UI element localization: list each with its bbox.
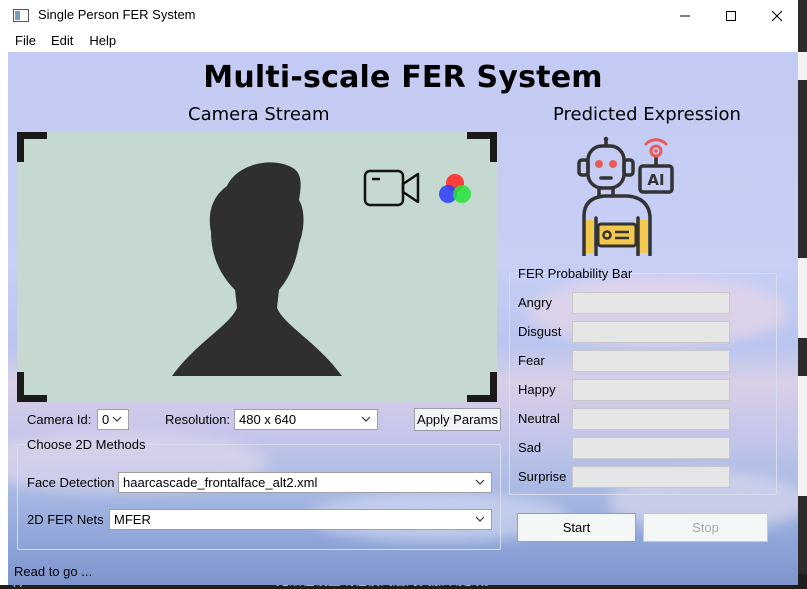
probability-bar-happy: [572, 379, 730, 401]
camera-view: [17, 132, 497, 402]
camera-icon: [363, 169, 420, 207]
emotion-label-surprise: Surprise: [518, 469, 567, 484]
resolution-label: Resolution:: [165, 412, 231, 427]
emotion-label-disgust: Disgust: [518, 324, 562, 339]
close-button[interactable]: [754, 0, 800, 31]
resolution-select[interactable]: 480 x 640: [234, 409, 378, 430]
main-panel: Multi-scale FER System Camera Stream Pre…: [8, 52, 798, 585]
predicted-expression-title: Predicted Expression: [553, 104, 741, 125]
menu-bar: File Edit Help: [0, 31, 798, 52]
stop-button[interactable]: Stop: [643, 513, 768, 542]
screen: e() failed: "COM error 0x80010106: 无法在设置…: [0, 0, 807, 589]
title-bar: Single Person FER System: [0, 0, 798, 31]
app-icon: [13, 9, 29, 22]
probability-bar-fear: [572, 350, 730, 372]
person-silhouette-icon: [172, 162, 342, 376]
emotion-label-neutral: Neutral: [518, 411, 560, 426]
menu-file[interactable]: File: [0, 31, 43, 52]
svg-text:AI: AI: [647, 171, 664, 189]
maximize-button[interactable]: [708, 0, 754, 31]
window-title: Single Person FER System: [38, 7, 196, 22]
minimize-icon: [680, 15, 690, 16]
camera-stream-title: Camera Stream: [188, 104, 330, 125]
fer-nets-value: MFER: [114, 512, 151, 527]
start-button[interactable]: Start: [517, 513, 636, 542]
emotion-label-fear: Fear: [518, 353, 545, 368]
menu-help[interactable]: Help: [81, 31, 124, 52]
probability-bar-neutral: [572, 408, 730, 430]
probability-bar-surprise: [572, 466, 730, 488]
page-title: Multi-scale FER System: [203, 60, 603, 95]
choose-2d-methods-group: [17, 444, 501, 550]
menu-edit[interactable]: Edit: [43, 31, 81, 52]
emotion-label-angry: Angry: [518, 295, 552, 310]
emotion-label-happy: Happy: [518, 382, 556, 397]
background-window-strip: [798, 0, 807, 574]
resolution-value: 480 x 640: [239, 412, 297, 427]
chevron-down-icon: [361, 416, 371, 422]
camera-id-select[interactable]: 0: [97, 409, 129, 430]
camera-id-value: 0: [102, 412, 110, 427]
apply-params-button[interactable]: Apply Params: [414, 408, 501, 431]
probability-bar-disgust: [572, 321, 730, 343]
maximize-icon: [726, 10, 736, 21]
face-detection-label: Face Detection: [27, 475, 115, 490]
camera-id-label: Camera Id:: [27, 412, 92, 427]
fer-probability-label: FER Probability Bar: [518, 266, 633, 281]
emotion-label-sad: Sad: [518, 440, 542, 455]
app-window: Single Person FER System File Edit Help …: [0, 0, 798, 585]
minimize-button[interactable]: [662, 0, 708, 31]
chevron-down-icon: [475, 516, 485, 522]
rgb-icon: [439, 174, 471, 203]
probability-bar-sad: [572, 437, 730, 459]
probability-bar-angry: [572, 292, 730, 314]
fer-nets-select[interactable]: MFER: [109, 509, 492, 530]
robot-ai-icon: AI: [577, 136, 674, 256]
fer-nets-label: 2D FER Nets: [27, 512, 104, 527]
chevron-down-icon: [112, 416, 122, 422]
close-icon: [771, 10, 783, 21]
choose-2d-methods-label: Choose 2D Methods: [27, 437, 146, 452]
face-detection-value: haarcascade_frontalface_alt2.xml: [123, 475, 318, 490]
face-detection-select[interactable]: haarcascade_frontalface_alt2.xml: [118, 472, 492, 493]
chevron-down-icon: [475, 479, 485, 485]
status-text: Read to go ...: [14, 564, 93, 579]
